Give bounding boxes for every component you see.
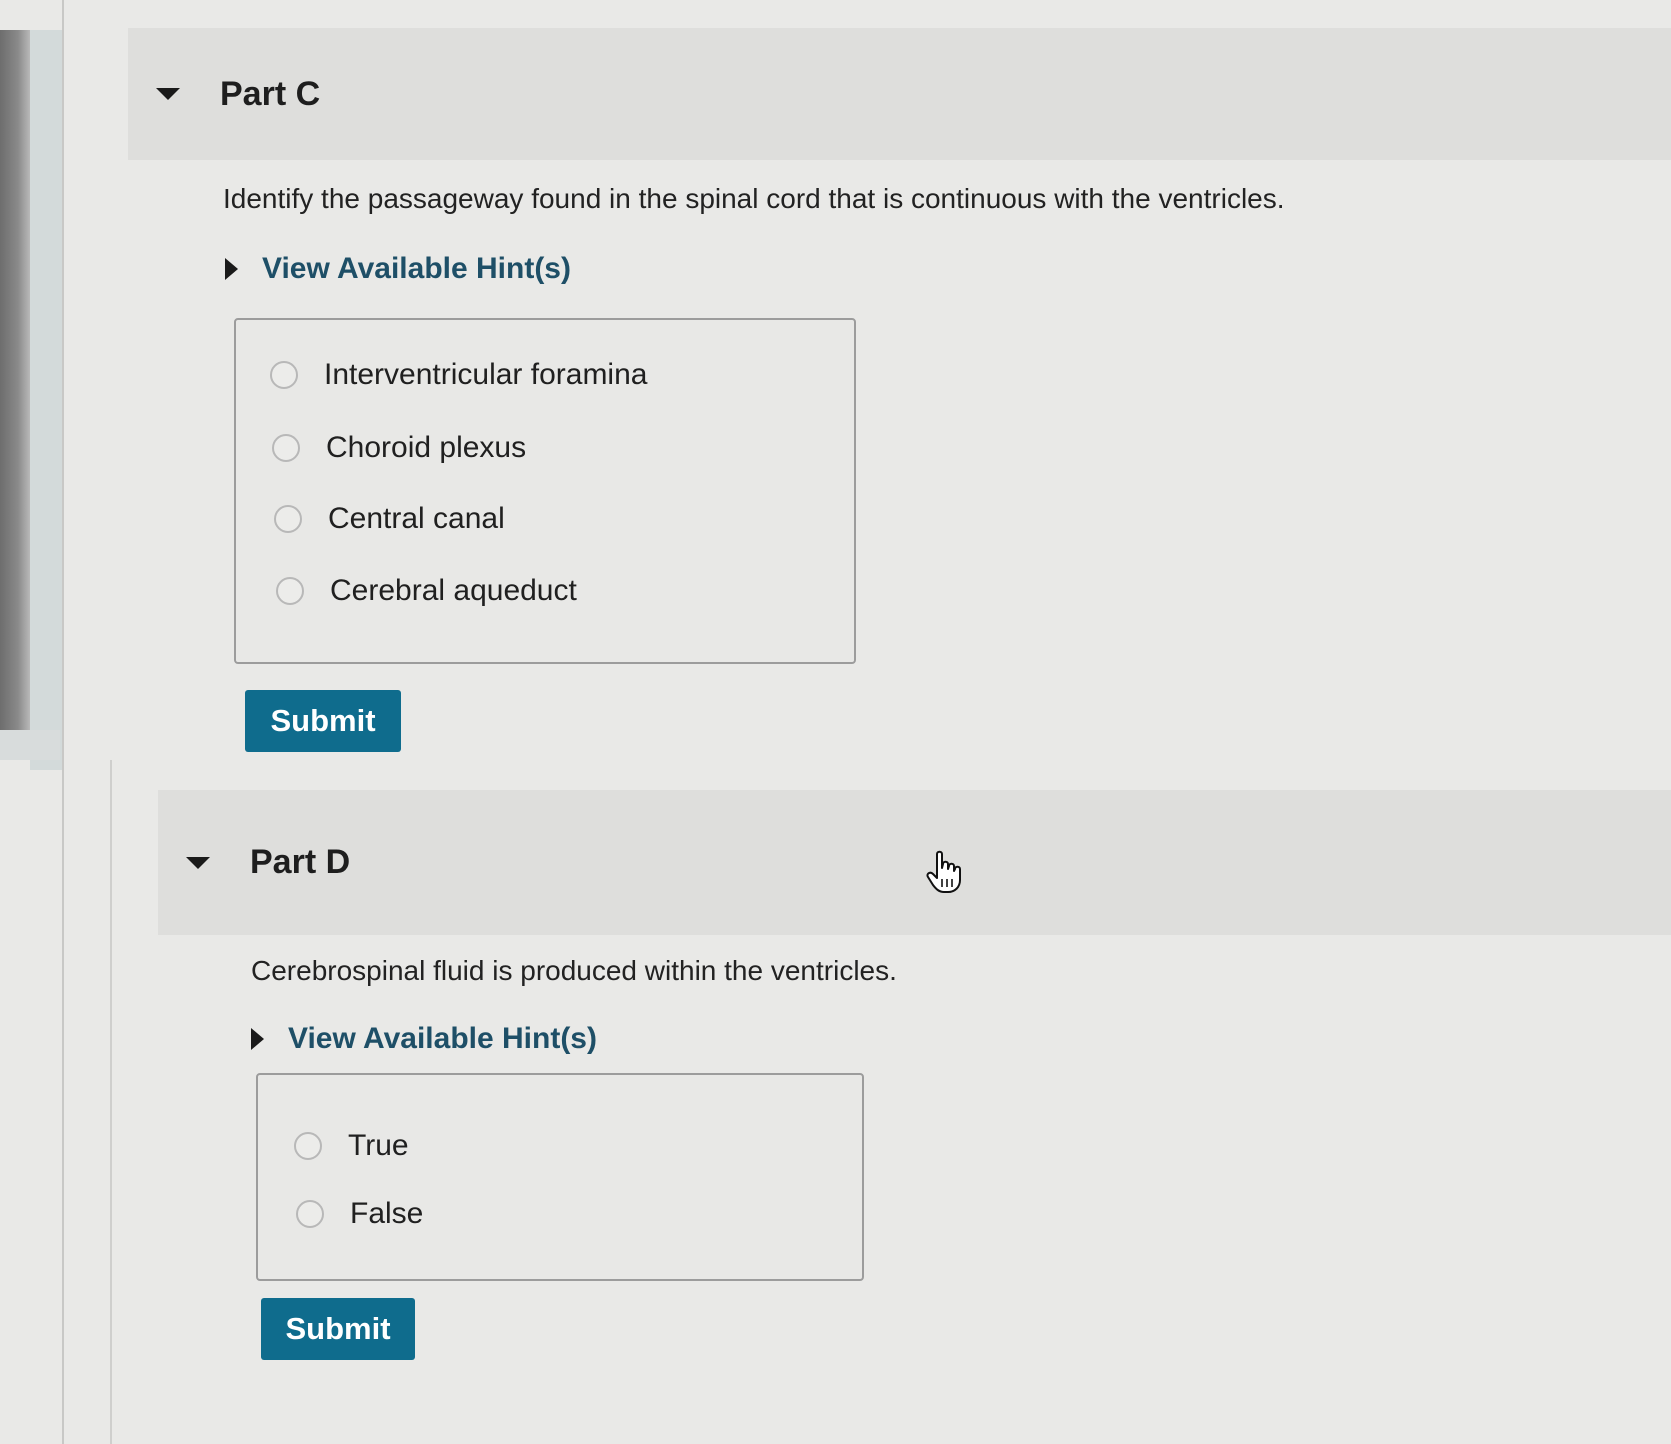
part-d-header[interactable]: Part D bbox=[158, 790, 1671, 935]
radio-button[interactable] bbox=[270, 361, 298, 389]
part-c-choices: Interventricular foramina Choroid plexus… bbox=[234, 318, 856, 664]
choice-label: Interventricular foramina bbox=[324, 358, 648, 391]
part-d-choices: True False bbox=[256, 1073, 864, 1281]
side-panel bbox=[30, 30, 62, 770]
caret-right-icon bbox=[251, 1028, 264, 1050]
choice-label: True bbox=[348, 1129, 409, 1162]
radio-button[interactable] bbox=[294, 1132, 322, 1160]
side-panel-footer bbox=[0, 730, 60, 760]
choice-label: Cerebral aqueduct bbox=[330, 574, 577, 607]
content-divider bbox=[62, 0, 64, 1444]
caret-down-icon[interactable] bbox=[186, 856, 210, 869]
choice-choroid-plexus[interactable]: Choroid plexus bbox=[272, 431, 526, 465]
choice-false[interactable]: False bbox=[296, 1197, 423, 1231]
radio-button[interactable] bbox=[272, 434, 300, 462]
choice-label: Central canal bbox=[328, 502, 505, 535]
hand-pointer-icon bbox=[926, 850, 961, 893]
radio-button[interactable] bbox=[276, 577, 304, 605]
choice-central-canal[interactable]: Central canal bbox=[274, 502, 505, 536]
part-c-submit-button[interactable]: Submit bbox=[245, 690, 401, 752]
part-c-header[interactable]: Part C bbox=[128, 28, 1671, 160]
page: Part C Identify the passageway found in … bbox=[0, 0, 1671, 1444]
part-c-title: Part C bbox=[220, 74, 321, 113]
window-edge bbox=[0, 30, 30, 730]
part-c-hint-toggle[interactable]: View Available Hint(s) bbox=[225, 252, 571, 286]
part-d-submit-button[interactable]: Submit bbox=[261, 1298, 415, 1360]
choice-true[interactable]: True bbox=[294, 1129, 409, 1163]
hint-label: View Available Hint(s) bbox=[262, 252, 571, 285]
choice-cerebral-aqueduct[interactable]: Cerebral aqueduct bbox=[276, 574, 577, 608]
choice-interventricular-foramina[interactable]: Interventricular foramina bbox=[270, 358, 647, 392]
content-divider-inner bbox=[110, 760, 112, 1444]
choice-label: Choroid plexus bbox=[326, 431, 527, 464]
part-d-hint-toggle[interactable]: View Available Hint(s) bbox=[251, 1022, 597, 1056]
part-d-question: Cerebrospinal fluid is produced within t… bbox=[251, 955, 897, 986]
hint-label: View Available Hint(s) bbox=[288, 1022, 597, 1055]
radio-button[interactable] bbox=[274, 505, 302, 533]
caret-right-icon bbox=[225, 258, 238, 280]
caret-down-icon[interactable] bbox=[156, 88, 180, 100]
part-c-question: Identify the passageway found in the spi… bbox=[223, 183, 1285, 214]
radio-button[interactable] bbox=[296, 1200, 324, 1228]
part-d-title: Part D bbox=[250, 843, 351, 881]
choice-label: False bbox=[350, 1197, 424, 1230]
